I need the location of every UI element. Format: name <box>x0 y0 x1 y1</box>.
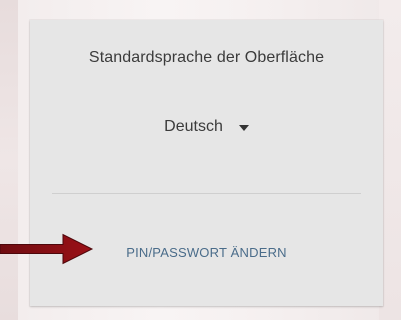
background-left <box>0 0 18 320</box>
divider <box>52 193 361 194</box>
arrow-right-icon <box>0 233 94 265</box>
language-select[interactable]: Deutsch <box>30 118 383 136</box>
chevron-down-icon <box>238 124 249 131</box>
language-select-value: Deutsch <box>164 118 223 135</box>
panel-title: Standardsprache der Oberfläche <box>88 49 325 66</box>
